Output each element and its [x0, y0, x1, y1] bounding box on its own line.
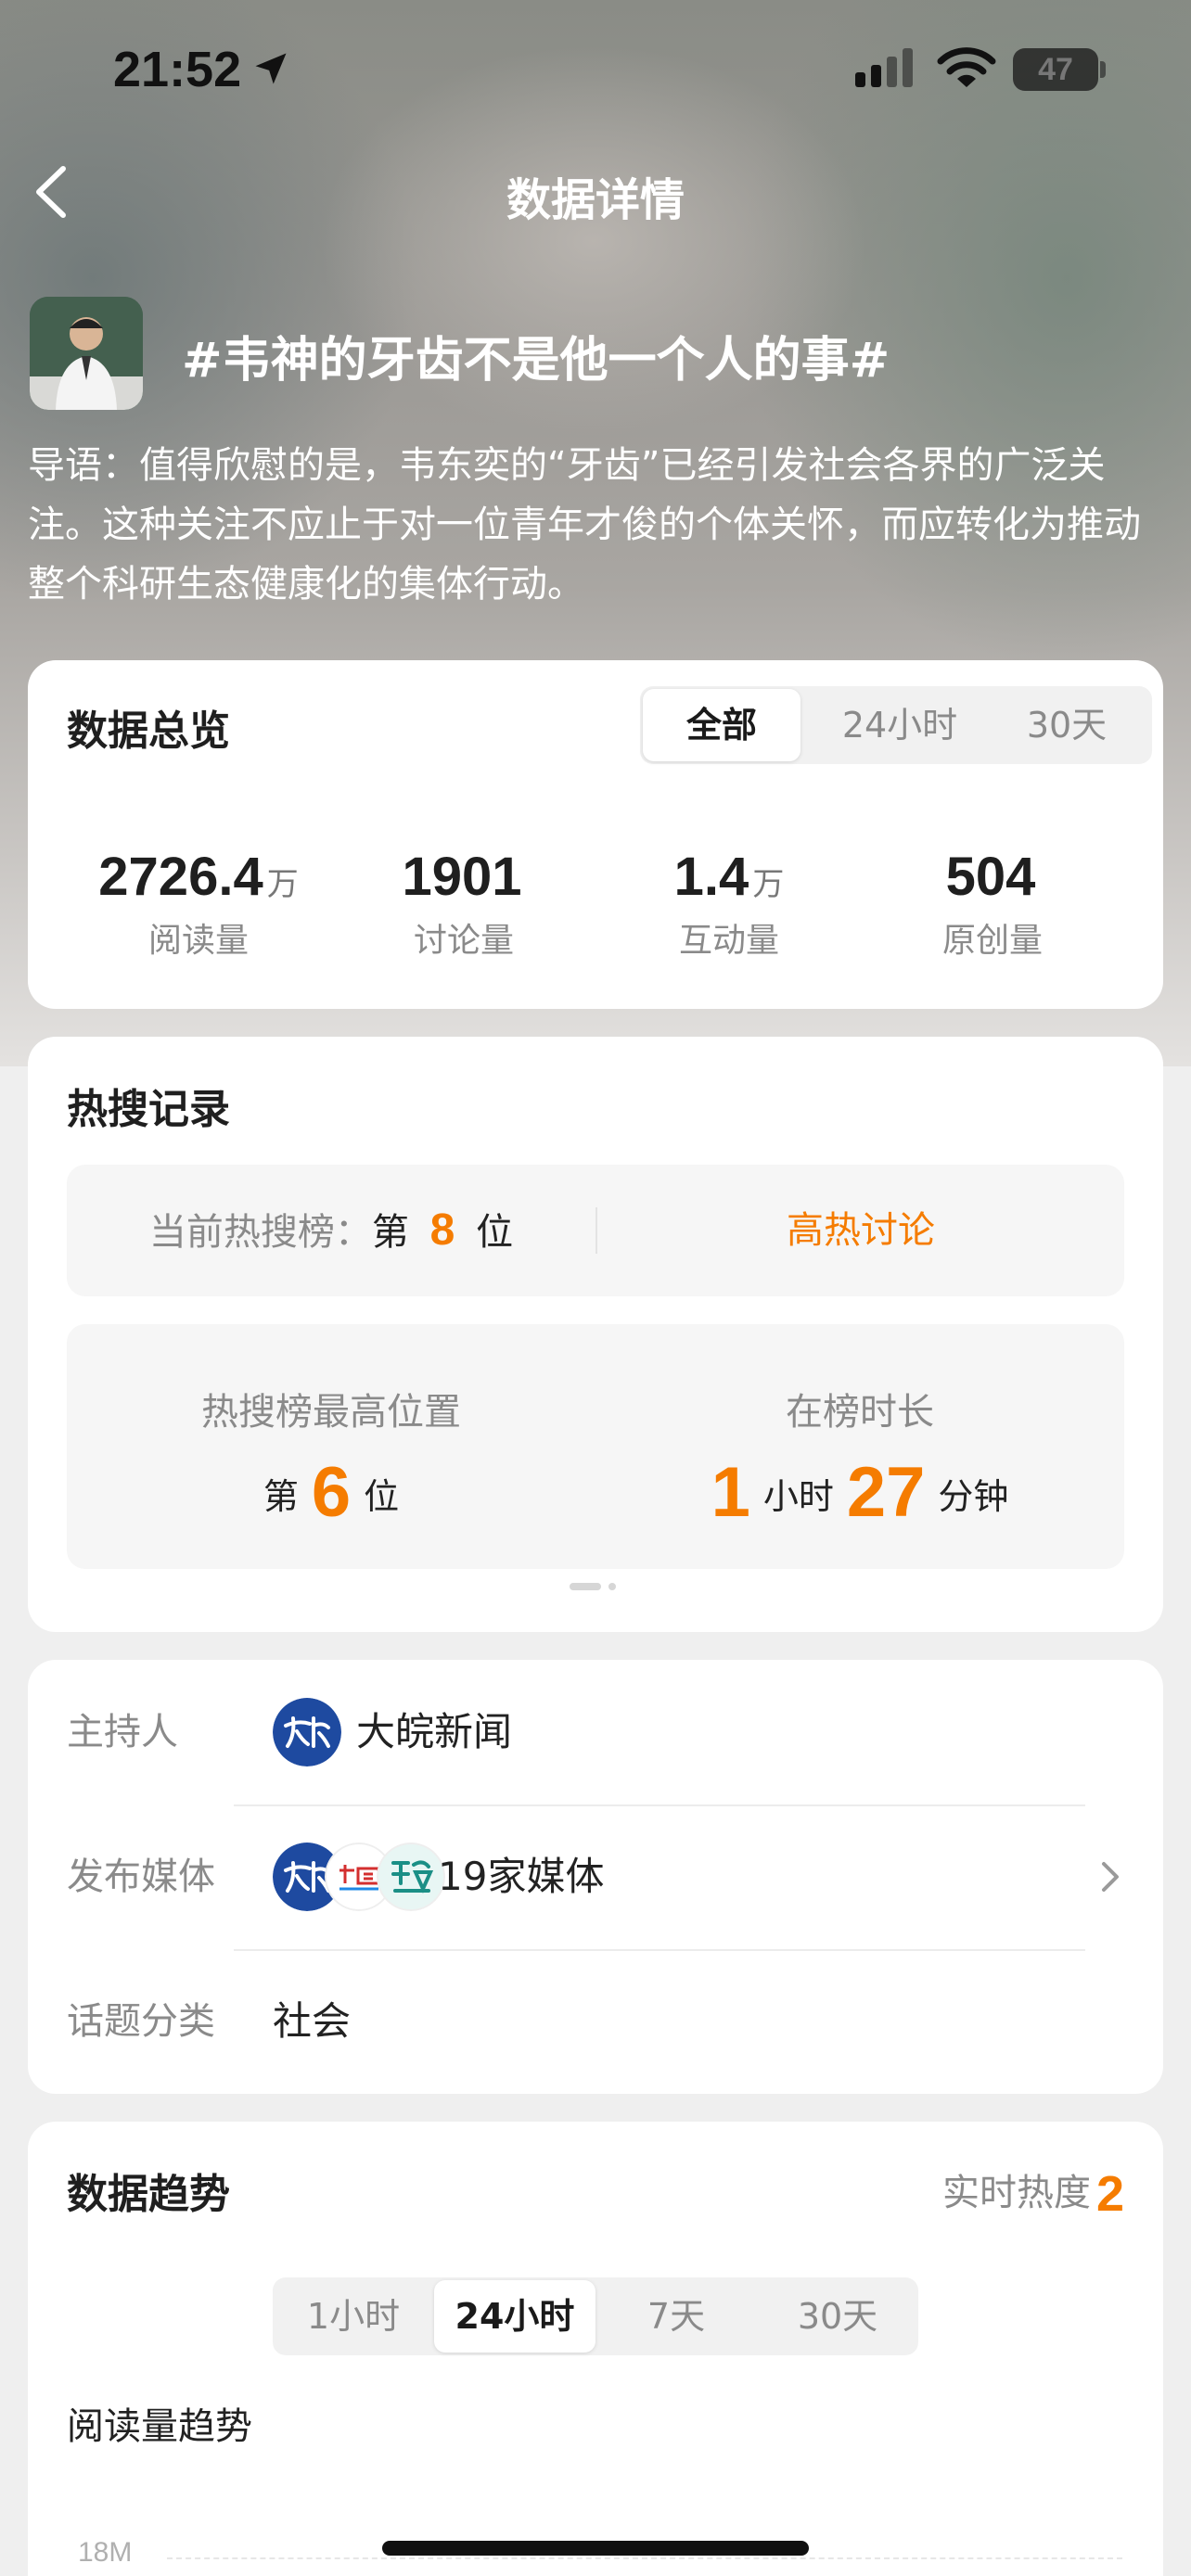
duration-hours-unit: 小时 — [762, 1476, 834, 1517]
data-trend-card: 数据趋势 实时热度 2 1小时 24小时 7天 30天 阅读量趋势 18M — [28, 2122, 1163, 2576]
media-count: 19家媒体 — [438, 1854, 605, 1899]
battery-level: 47 — [1013, 48, 1098, 91]
best-position-prefix: 第 — [263, 1476, 299, 1517]
stat-reads-value: 2726.4 — [98, 847, 263, 907]
page-indicator[interactable] — [568, 1580, 623, 1593]
stat-interactions-value: 1.4 — [673, 847, 749, 907]
cellular-signal-icon — [855, 48, 913, 87]
on-list-duration: 在榜时长 1 小时 27 分钟 — [596, 1324, 1124, 1533]
chart-gridline — [167, 2557, 1122, 2559]
trend-title: 数据趋势 — [67, 2171, 230, 2218]
topic-intro: 导语：值得欣慰的是，韦东奕的“牙齿”已经引发社会各界的广泛关注。这种关注不应止于… — [28, 444, 1141, 606]
duration-minutes-unit: 分钟 — [938, 1476, 1009, 1517]
tab-1h[interactable]: 1小时 — [273, 2277, 434, 2355]
stat-discussions: 1901 讨论量 — [334, 846, 594, 962]
stat-interactions: 1.4 万 互动量 — [599, 846, 859, 962]
category-row: 话题分类 社会 — [67, 1949, 1124, 2094]
stat-original-value: 504 — [945, 847, 1036, 907]
tab-24h[interactable]: 24小时 — [434, 2280, 596, 2353]
overview-title: 数据总览 — [67, 708, 230, 755]
hot-discussion-status[interactable]: 高热讨论 — [597, 1165, 1124, 1296]
home-indicator[interactable] — [382, 2541, 809, 2556]
host-label: 主持人 — [67, 1711, 178, 1753]
page-title: 数据详情 — [506, 174, 685, 226]
realtime-heat-value: 2 — [1095, 2166, 1124, 2222]
location-arrow-icon — [255, 53, 287, 84]
overview-time-tabs: 全部 24小时 30天 — [640, 686, 1152, 764]
host-name: 大皖新闻 — [356, 1709, 513, 1754]
current-rank-box: 当前热搜榜：第 8 位 高热讨论 — [67, 1165, 1124, 1296]
category-value: 社会 — [273, 1998, 352, 2044]
tab-all[interactable]: 全部 — [643, 689, 800, 761]
host-row[interactable]: 主持人 大皖新闻 — [67, 1660, 1124, 1804]
media-logo-icon — [377, 1843, 445, 1911]
hot-search-card: 热搜记录 当前热搜榜：第 8 位 高热讨论 热搜榜最高位置 第6位 在榜时长 1… — [28, 1037, 1163, 1632]
best-position: 热搜榜最高位置 第6位 — [67, 1324, 596, 1533]
realtime-heat: 实时热度 2 — [942, 2162, 1124, 2223]
stat-interactions-label: 互动量 — [678, 922, 779, 960]
current-rank-suffix: 位 — [476, 1211, 514, 1254]
duration-label: 在榜时长 — [786, 1391, 934, 1434]
topic-title: #韦神的牙齿不是他一个人的事# — [182, 333, 890, 389]
overview-card: 数据总览 全部 24小时 30天 2726.4 万 阅读量 1901 讨论量 1.… — [28, 660, 1163, 1009]
best-position-number: 6 — [311, 1453, 352, 1532]
reads-trend-subtitle: 阅读量趋势 — [67, 2405, 252, 2448]
stat-discussions-value: 1901 — [402, 847, 522, 907]
realtime-heat-label: 实时热度 — [941, 2172, 1091, 2214]
stat-reads-unit: 万 — [266, 867, 299, 902]
stat-reads: 2726.4 万 阅读量 — [69, 846, 328, 962]
stat-discussions-label: 讨论量 — [413, 922, 514, 960]
dawan-news-logo-icon — [273, 1698, 341, 1766]
stat-original: 504 原创量 — [863, 846, 1122, 962]
best-rank-box: 热搜榜最高位置 第6位 在榜时长 1 小时 27 分钟 — [67, 1324, 1124, 1569]
media-row[interactable]: 发布媒体 19家媒体 — [67, 1804, 1124, 1949]
media-label: 发布媒体 — [67, 1855, 215, 1898]
current-rank: 当前热搜榜：第 8 位 — [67, 1165, 596, 1296]
battery-nub — [1100, 61, 1106, 78]
hot-search-title: 热搜记录 — [67, 1086, 230, 1133]
chevron-right-icon[interactable] — [1096, 1853, 1124, 1901]
best-position-label: 热搜榜最高位置 — [201, 1391, 461, 1434]
best-position-suffix: 位 — [364, 1476, 400, 1517]
current-rank-number: 8 — [429, 1205, 455, 1255]
topic-info-card: 主持人 大皖新闻 发布媒体 19家媒体 话题分类 社会 — [28, 1660, 1163, 2094]
wifi-icon — [937, 47, 996, 87]
current-rank-label: 当前热搜榜： — [148, 1211, 372, 1254]
category-label: 话题分类 — [67, 2000, 215, 2043]
current-rank-prefix: 第 — [371, 1211, 409, 1254]
stat-reads-label: 阅读量 — [147, 922, 249, 960]
stat-interactions-unit: 万 — [752, 867, 785, 902]
y-axis-tick-label: 18M — [78, 2537, 133, 2568]
tab-30d[interactable]: 30天 — [983, 686, 1150, 764]
tab-24h[interactable]: 24小时 — [816, 686, 983, 764]
status-time: 21:52 — [113, 42, 242, 97]
trend-time-tabs: 1小时 24小时 7天 30天 — [273, 2277, 918, 2355]
tab-7d[interactable]: 7天 — [596, 2277, 757, 2355]
duration-minutes: 27 — [846, 1453, 926, 1532]
duration-hours: 1 — [711, 1453, 750, 1532]
topic-avatar — [30, 297, 143, 410]
stat-original-label: 原创量 — [941, 922, 1043, 960]
tab-30d[interactable]: 30天 — [757, 2277, 918, 2355]
